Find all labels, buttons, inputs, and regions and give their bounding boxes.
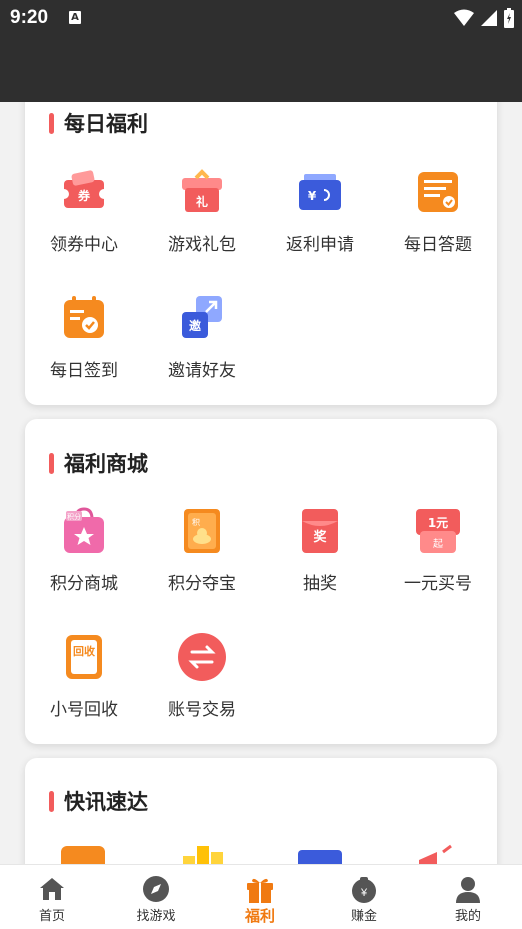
lottery-glyph: 奖 [313,529,327,545]
item-label: 抽奖 [303,574,337,593]
item-label: 返利申请 [286,235,354,254]
section-title: 每日福利 [49,108,148,138]
tab-home[interactable]: 首页 [0,873,104,924]
news-icon-calendar[interactable] [61,846,105,864]
news-icon-schedule[interactable] [298,850,342,864]
lottery-envelope-icon: 奖 [292,503,348,559]
status-bar: 9:20 A [0,0,522,36]
daily-checkin-item[interactable]: 每日签到 [25,290,143,381]
section-title-text: 每日福利 [64,113,148,136]
section-title: 快讯速达 [49,786,148,816]
tab-label: 赚金 [350,908,377,923]
quiz-icon [410,164,466,220]
battery-icon [504,8,514,28]
item-label: 小号回收 [50,700,118,719]
compass-icon [143,876,169,902]
coupon-glyph: 券 [77,188,91,203]
tab-mine[interactable]: 我的 [416,873,520,924]
tab-earn-gold[interactable]: ¥ 赚金 [312,873,416,924]
game-gift-item[interactable]: 礼 游戏礼包 [143,164,261,255]
item-label: 领券中心 [50,235,118,254]
welfare-content[interactable]: 每日福利 券 领券中心 礼 游戏礼包 ¥ 返利申请 每日答题 每日签到 邀 邀请… [0,102,522,864]
points-treasure-item[interactable]: 积 积分夺宝 [143,503,261,594]
svg-text:¥: ¥ [360,887,368,899]
recycle-icon: 回收 [56,629,112,685]
daily-welfare-card: 每日福利 券 领券中心 礼 游戏礼包 ¥ 返利申请 每日答题 每日签到 邀 邀请… [25,102,497,405]
rebate-wallet-icon: ¥ [292,164,348,220]
one-yuan-glyph2: 起 [433,538,443,550]
section-title-text: 快讯速达 [64,791,148,814]
wifi-icon [454,9,474,26]
coupon-icon: 券 [56,164,112,220]
tab-find-game[interactable]: 找游戏 [104,873,208,924]
news-icon-ranking[interactable] [181,842,225,864]
coupon-center-item[interactable]: 券 领券中心 [25,164,143,255]
tab-label: 福利 [244,908,275,925]
points-mall-item[interactable]: 积分 积分商城 [25,503,143,594]
welfare-mall-card: 福利商城 积分 积分商城 积 积分夺宝 奖 抽奖 1元起 一元买号 回收 小号回… [25,419,497,744]
item-label: 账号交易 [168,700,236,719]
money-bag-icon: ¥ [352,877,376,903]
tab-label: 找游戏 [136,908,176,923]
status-time: 9:20 [10,7,49,28]
account-recycle-item[interactable]: 回收 小号回收 [25,629,143,720]
one-yuan-icon: 1元起 [410,503,466,559]
points-treasure-icon: 积 [174,503,230,559]
gift-glyph: 礼 [196,194,208,209]
rebate-glyph: ¥ [308,189,317,203]
tab-welfare[interactable]: 福利 [208,873,312,926]
invite-glyph: 邀 [189,318,201,333]
treasure-glyph: 积 [192,517,200,527]
item-label: 积分夺宝 [168,574,236,593]
section-title: 福利商城 [49,448,148,478]
item-label: 每日签到 [50,361,118,380]
system-icons [454,8,514,28]
bottom-tab-bar: 首页 找游戏 福利 ¥ 赚金 我的 [0,864,522,929]
gift-icon [247,878,273,903]
one-yuan-glyph: 1元 [428,516,448,530]
title-accent-bar [49,452,54,474]
notification-a-icon: A [69,11,81,24]
exchange-icon [174,629,230,685]
news-express-card: 快讯速达 [25,758,497,864]
item-label: 邀请好友 [168,361,236,380]
points-shop-bag-icon: 积分 [56,503,112,559]
title-accent-bar [49,112,54,134]
home-icon [40,878,64,900]
app-header-bar [0,36,522,102]
user-icon [456,877,480,903]
gift-pack-icon: 礼 [174,164,230,220]
account-trade-item[interactable]: 账号交易 [143,629,261,720]
news-icon-megaphone[interactable] [415,844,459,864]
recycle-glyph: 回收 [73,644,95,658]
daily-quiz-item[interactable]: 每日答题 [379,164,497,255]
item-label: 一元买号 [404,574,472,593]
tab-label: 我的 [454,908,481,923]
title-accent-bar [49,790,54,812]
item-label: 游戏礼包 [168,235,236,254]
invite-friends-item[interactable]: 邀 邀请好友 [143,290,261,381]
signal-icon [481,10,497,26]
invite-icon: 邀 [174,290,230,346]
tab-label: 首页 [38,908,65,923]
checkin-calendar-icon [56,290,112,346]
one-yuan-buy-item[interactable]: 1元起 一元买号 [379,503,497,594]
item-label: 每日答题 [404,235,472,254]
points-glyph: 积分 [67,512,81,521]
lottery-item[interactable]: 奖 抽奖 [261,503,379,594]
item-label: 积分商城 [50,574,118,593]
section-title-text: 福利商城 [64,453,148,476]
rebate-apply-item[interactable]: ¥ 返利申请 [261,164,379,255]
